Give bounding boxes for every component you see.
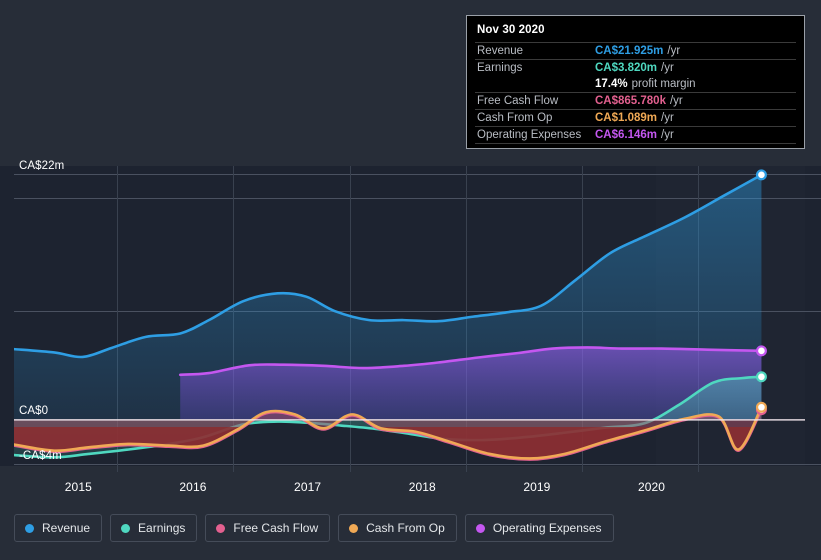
tooltip-date: Nov 30 2020 — [477, 24, 545, 36]
tooltip-row-label: Free Cash Flow — [477, 95, 559, 108]
tooltip-row-unit: /yr — [669, 95, 683, 108]
legend-item-revenue[interactable]: Revenue — [14, 514, 103, 542]
endpoint-operating-expenses — [755, 345, 767, 357]
tooltip-row-unit: /yr — [661, 112, 674, 125]
tooltip-row-unit: /yr — [661, 61, 674, 74]
endpoint-revenue — [755, 169, 767, 181]
legend-swatch-icon — [475, 523, 485, 533]
tooltip-profit-margin: 17.4% profit margin — [475, 76, 796, 93]
tooltip-row-value: CA$6.146m — [595, 128, 658, 141]
legend-item-label: Free Cash Flow — [233, 521, 319, 535]
tooltip-row-label: Revenue — [477, 44, 524, 57]
legend-swatch-icon — [121, 523, 131, 533]
legend-item-label: Cash From Op — [366, 521, 445, 535]
legend-swatch-icon — [216, 523, 226, 533]
endpoint-earnings — [755, 371, 767, 383]
tooltip-profit-margin-label: profit margin — [631, 77, 696, 90]
tooltip-profit-margin-value: 17.4% — [595, 77, 628, 90]
financial-chart-page: { "chart_data": { "type": "area", "title… — [0, 0, 821, 560]
data-tooltip: Nov 30 2020 Revenue CA$21.925m/yr Earnings… — [466, 15, 805, 149]
legend-item-free-cash-flow[interactable]: Free Cash Flow — [205, 514, 331, 542]
tooltip-row-label: Cash From Op — [477, 112, 553, 125]
tooltip-row: Cash From Op CA$1.089m/yr — [475, 109, 796, 126]
tooltip-row: Free Cash Flow CA$865.780k/yr — [475, 92, 796, 109]
tooltip-row: Operating Expenses CA$6.146m/yr — [475, 125, 796, 143]
tooltip-row-unit: /yr — [661, 128, 674, 141]
legend-item-label: Revenue — [42, 521, 91, 535]
legend-swatch-icon — [349, 523, 359, 533]
legend-item-earnings[interactable]: Earnings — [110, 514, 198, 542]
tooltip-row-label: Operating Expenses — [477, 128, 582, 141]
legend-item-operating-expenses[interactable]: Operating Expenses — [464, 514, 614, 542]
tooltip-row: Earnings CA$3.820m/yr — [475, 58, 796, 76]
legend-item-label: Earnings — [138, 521, 186, 535]
endpoint-cash-from-op — [755, 401, 767, 413]
tooltip-row: Revenue CA$21.925m/yr — [475, 42, 796, 59]
chart-legend: Revenue Earnings Free Cash Flow Cash From O… — [14, 514, 614, 542]
tooltip-row-value: CA$3.820m — [595, 61, 658, 74]
tooltip-row-value: CA$1.089m — [595, 112, 658, 125]
tooltip-row-unit: /yr — [667, 44, 681, 57]
tooltip-row-label: Earnings — [477, 61, 523, 74]
legend-item-label: Operating Expenses — [492, 521, 602, 535]
tooltip-rows: Revenue CA$21.925m/yr Earnings CA$3.820m/yr… — [475, 42, 796, 145]
legend-item-cash-from-op[interactable]: Cash From Op — [338, 514, 457, 542]
legend-swatch-icon — [25, 523, 34, 533]
tooltip-bottom-rule — [475, 142, 796, 145]
tooltip-row-value: CA$21.925m — [595, 44, 664, 57]
tooltip-row-value: CA$865.780k — [595, 95, 666, 108]
